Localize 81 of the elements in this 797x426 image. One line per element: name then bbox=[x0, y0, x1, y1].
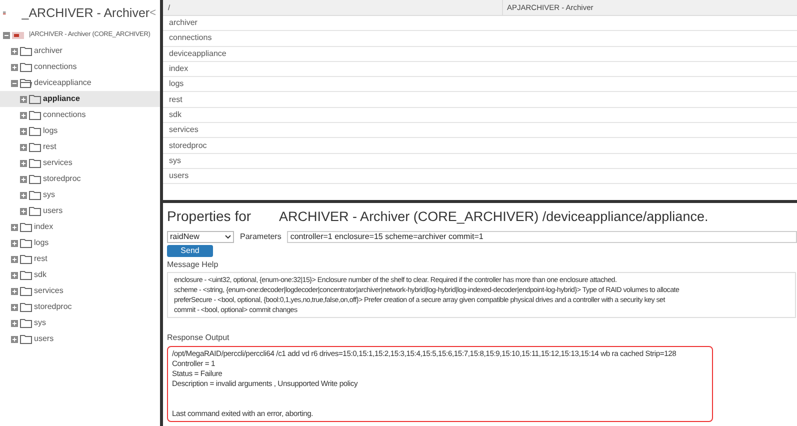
expand-icon[interactable] bbox=[20, 144, 27, 150]
folder-icon bbox=[29, 110, 41, 120]
expand-icon[interactable] bbox=[11, 336, 18, 342]
tree-item[interactable]: storedproc bbox=[0, 299, 160, 315]
tree-item[interactable]: sdk bbox=[0, 267, 160, 283]
tree-item[interactable]: sys bbox=[0, 315, 160, 331]
folder-icon bbox=[29, 158, 41, 168]
tree-item[interactable]: rest bbox=[0, 251, 160, 267]
folder-icon bbox=[20, 254, 32, 264]
tree-item[interactable]: users bbox=[0, 331, 160, 347]
tree-item[interactable]: services bbox=[0, 283, 160, 299]
folder-icon bbox=[20, 46, 32, 56]
expand-icon[interactable] bbox=[11, 224, 18, 230]
response-output-label: Response Output bbox=[167, 332, 230, 344]
tree-item[interactable]: logs bbox=[0, 235, 160, 251]
expand-icon[interactable] bbox=[11, 64, 18, 70]
folder-icon bbox=[20, 302, 32, 312]
expand-icon[interactable] bbox=[20, 112, 27, 118]
folder-icon bbox=[20, 334, 32, 344]
chevron-icon bbox=[225, 234, 231, 238]
command-select[interactable]: raidNew bbox=[167, 230, 234, 242]
tree-item[interactable]: users bbox=[0, 203, 160, 219]
folder-icon bbox=[20, 286, 32, 296]
folder-icon bbox=[29, 174, 41, 184]
tree-item[interactable]: archiver bbox=[0, 43, 160, 59]
folder-icon bbox=[20, 62, 32, 72]
expand-icon[interactable] bbox=[11, 272, 18, 278]
folder-icon bbox=[29, 126, 41, 136]
open-folder-icon bbox=[20, 78, 32, 88]
folder-icon bbox=[20, 238, 32, 248]
table-cell[interactable]: sdk bbox=[169, 108, 182, 121]
table-cell[interactable]: archiver bbox=[169, 17, 198, 30]
tree-item[interactable]: rest bbox=[0, 139, 160, 155]
collapse-icon[interactable] bbox=[11, 80, 18, 86]
table-cell[interactable]: users bbox=[169, 170, 189, 182]
sidebar-title: _ARCHIVER - Archiver bbox=[22, 4, 150, 22]
collapse-icon[interactable] bbox=[3, 32, 10, 38]
folder-icon bbox=[20, 270, 32, 280]
table-cell[interactable]: logs bbox=[169, 78, 184, 90]
folder-icon bbox=[29, 142, 41, 152]
expand-icon[interactable] bbox=[20, 208, 27, 214]
properties-title: ARCHIVER - Archiver (CORE_ARCHIVER) /deviceappliance/appliance. bbox=[279, 208, 708, 226]
properties-label: Properties for bbox=[167, 207, 252, 226]
parameters-label: Parameters bbox=[240, 230, 282, 242]
table-cell[interactable]: index bbox=[169, 63, 188, 76]
tree-item[interactable]: services bbox=[0, 155, 160, 171]
expand-icon[interactable] bbox=[20, 128, 27, 134]
expand-icon[interactable] bbox=[11, 48, 18, 54]
collapse-button[interactable]: < bbox=[150, 8, 156, 18]
expand-icon[interactable] bbox=[11, 256, 18, 262]
expand-icon[interactable] bbox=[20, 192, 27, 198]
tree-item[interactable]: logs bbox=[0, 123, 160, 139]
tree-item[interactable]: connections bbox=[0, 59, 160, 75]
tree-item[interactable]: appliance bbox=[0, 91, 160, 107]
expand-icon[interactable] bbox=[20, 96, 27, 102]
tree-item[interactable]: index bbox=[0, 219, 160, 235]
expand-icon[interactable] bbox=[20, 160, 27, 166]
table-cell[interactable]: rest bbox=[169, 94, 182, 106]
folder-icon bbox=[29, 190, 41, 200]
send-button[interactable]: Send bbox=[167, 245, 213, 257]
table-cell[interactable]: services bbox=[169, 124, 198, 136]
folder-icon bbox=[29, 206, 41, 216]
parameters-field[interactable]: controller=1 enclosure=15 scheme=archiver commit=1 bbox=[287, 230, 797, 242]
expand-icon[interactable] bbox=[11, 304, 18, 310]
tree-item[interactable]: sys bbox=[0, 187, 160, 203]
folder-icon bbox=[20, 222, 32, 232]
device-icon bbox=[12, 30, 24, 40]
expand-icon[interactable] bbox=[11, 240, 18, 246]
folder-icon bbox=[20, 318, 32, 328]
tree-item[interactable]: storedproc bbox=[0, 171, 160, 187]
table-cell[interactable]: deviceappliance bbox=[169, 48, 226, 60]
message-help-label: Message Help bbox=[167, 259, 220, 271]
table-cell[interactable]: storedproc bbox=[169, 140, 207, 152]
tree-item[interactable]: deviceappliance bbox=[0, 75, 160, 91]
folder-icon bbox=[29, 94, 41, 104]
table-cell[interactable]: sys bbox=[169, 154, 181, 167]
expand-icon[interactable] bbox=[11, 288, 18, 294]
expand-icon[interactable] bbox=[11, 320, 18, 326]
tree-item[interactable]: connections bbox=[0, 107, 160, 123]
table-cell[interactable]: connections bbox=[169, 32, 212, 44]
expand-icon[interactable] bbox=[20, 176, 27, 182]
